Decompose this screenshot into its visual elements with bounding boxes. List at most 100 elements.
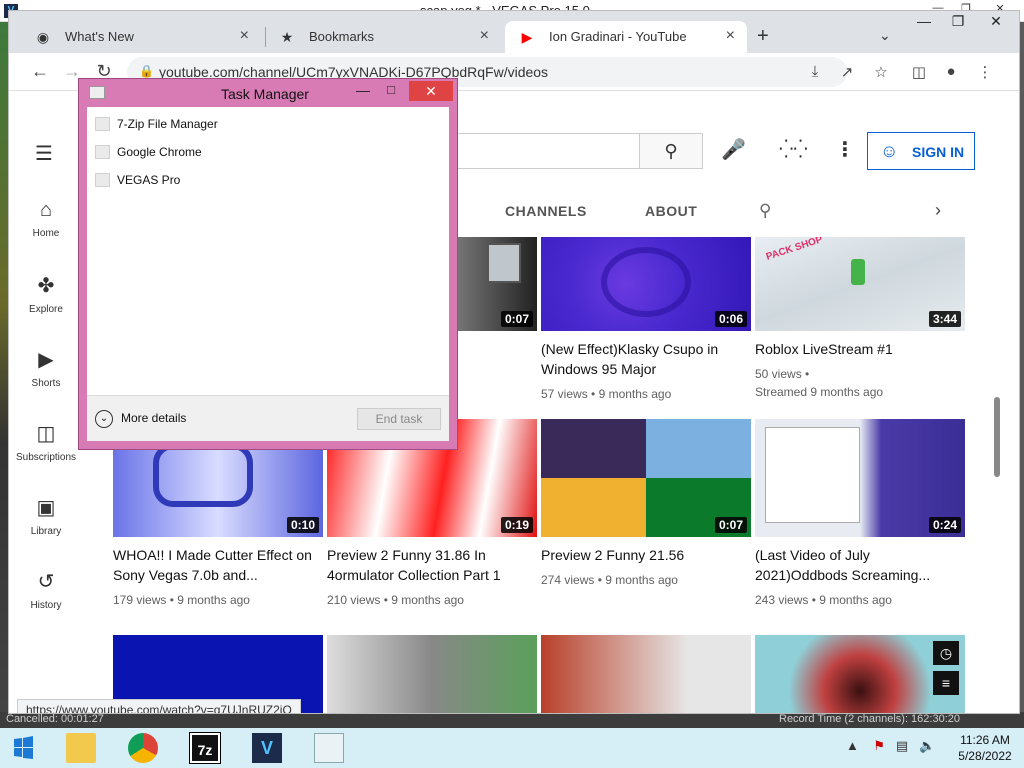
- sidebar-item-explore[interactable]: ✤ Explore: [9, 273, 83, 333]
- taskbar-file-explorer[interactable]: [58, 730, 104, 766]
- channel-search-icon[interactable]: ⚲: [759, 201, 771, 221]
- video-card[interactable]: [541, 635, 751, 713]
- flag-icon[interactable]: ⚑: [873, 738, 885, 753]
- system-tray: ▲ ⚑ ▤ 🔈: [846, 738, 935, 754]
- vegas-status-right: Record Time (2 channels): 162:30:20: [779, 713, 960, 725]
- video-thumbnail[interactable]: PACK SHOP 3:44: [755, 237, 965, 331]
- thumbnail-art: [541, 478, 646, 537]
- sidebar-item-history[interactable]: ↺ History: [9, 569, 83, 629]
- chrome-icon: [128, 733, 158, 763]
- video-title[interactable]: (New Effect)Klasky Csupo in Windows 95 M…: [541, 339, 751, 379]
- video-meta: 179 views • 9 months ago: [113, 593, 250, 607]
- chevron-right-icon[interactable]: ›: [935, 200, 941, 221]
- thumbnail-art: [851, 259, 865, 285]
- thumbnail-art: [541, 419, 646, 478]
- thumbnail-art: [601, 247, 691, 317]
- profile-icon[interactable]: ●: [941, 63, 961, 80]
- video-card[interactable]: 0:07 Preview 2 Funny 21.56 274 views • 9…: [541, 419, 751, 589]
- taskbar-clock[interactable]: 11:26 AM 5/28/2022: [950, 732, 1020, 764]
- tm-minimize-button[interactable]: —: [351, 82, 375, 98]
- app-icon: [95, 173, 110, 187]
- end-task-button[interactable]: End task: [357, 408, 441, 430]
- video-thumbnail[interactable]: [541, 635, 751, 713]
- video-card[interactable]: [327, 635, 537, 713]
- search-icon: ⚲: [664, 141, 678, 161]
- tab-search-icon[interactable]: ⌄: [879, 27, 891, 44]
- add-to-queue-icon[interactable]: ≡: [933, 671, 959, 695]
- video-title[interactable]: Roblox LiveStream #1: [755, 339, 965, 359]
- video-thumbnail[interactable]: 0:07: [541, 419, 751, 537]
- tab-strip: ◉ What's New × ★ Bookmarks × ▶ Ion Gradi…: [9, 11, 1019, 53]
- video-card[interactable]: ◷ ≡: [755, 635, 965, 713]
- sidebar-item-shorts[interactable]: ▶ Shorts: [9, 347, 83, 407]
- youtube-search-button[interactable]: ⚲: [639, 133, 703, 169]
- task-row-chrome[interactable]: Google Chrome: [87, 137, 449, 165]
- tab-youtube[interactable]: ▶ Ion Gradinari - YouTube ×: [505, 21, 747, 53]
- network-icon[interactable]: ▤: [896, 738, 908, 753]
- tab-label: What's New: [65, 29, 134, 44]
- sidebar-item-home[interactable]: ⌂ Home: [9, 199, 83, 259]
- new-tab-button[interactable]: +: [757, 25, 769, 48]
- video-card[interactable]: 0:06 (New Effect)Klasky Csupo in Windows…: [541, 237, 751, 403]
- chrome-maximize-button[interactable]: ❐: [943, 13, 973, 30]
- tab-channels[interactable]: CHANNELS: [505, 203, 587, 219]
- close-icon[interactable]: ×: [240, 27, 249, 45]
- video-thumbnail[interactable]: 0:24: [755, 419, 965, 537]
- video-thumbnail[interactable]: 0:06: [541, 237, 751, 331]
- bookmark-star-icon[interactable]: ☆: [871, 63, 891, 81]
- close-icon[interactable]: ×: [480, 27, 489, 45]
- vegas-icon: V: [252, 733, 282, 763]
- menu-icon[interactable]: ⋮: [975, 63, 995, 81]
- seven-zip-icon: 7z: [189, 732, 221, 764]
- volume-icon[interactable]: 🔈: [919, 738, 935, 753]
- video-title[interactable]: (Last Video of July 2021)Oddbods Screami…: [755, 545, 965, 585]
- task-row-7zip[interactable]: 7-Zip File Manager: [87, 109, 449, 137]
- microphone-icon[interactable]: 🎤: [721, 137, 746, 162]
- task-row-vegas[interactable]: VEGAS Pro: [87, 165, 449, 193]
- taskbar-task-manager[interactable]: [306, 730, 352, 766]
- close-icon[interactable]: ×: [726, 27, 735, 45]
- taskbar-7zip[interactable]: 7z: [182, 730, 228, 766]
- video-title[interactable]: Preview 2 Funny 31.86 In 4ormulator Coll…: [327, 545, 537, 585]
- tab-whats-new[interactable]: ◉ What's New ×: [21, 21, 261, 53]
- tab-bookmarks[interactable]: ★ Bookmarks ×: [265, 21, 501, 53]
- video-card[interactable]: PACK SHOP 3:44 Roblox LiveStream #1 50 v…: [755, 237, 965, 401]
- tab-about[interactable]: ABOUT: [645, 203, 697, 219]
- shorts-icon: ▶: [38, 349, 54, 371]
- sign-in-button[interactable]: ☺ SIGN IN: [867, 132, 975, 170]
- chrome-minimize-button[interactable]: —: [909, 13, 939, 29]
- taskbar-chrome[interactable]: [120, 730, 166, 766]
- video-duration: 0:19: [500, 517, 533, 533]
- apps-grid-icon[interactable]: ⁛⁛: [779, 139, 808, 160]
- install-app-icon[interactable]: ⤓: [805, 63, 825, 80]
- video-duration: 0:06: [714, 311, 747, 327]
- folder-icon: [66, 733, 96, 763]
- video-title[interactable]: Preview 2 Funny 21.56: [541, 545, 751, 565]
- task-manager-titlebar[interactable]: Task Manager — □ ✕: [79, 79, 457, 107]
- chrome-close-button[interactable]: ✕: [981, 13, 1011, 30]
- video-meta: 50 views • Streamed 9 months ago: [755, 367, 884, 399]
- app-icon: [95, 145, 110, 159]
- start-button[interactable]: [4, 734, 42, 762]
- hamburger-menu-icon[interactable]: ☰: [35, 141, 53, 166]
- sidebar-item-library[interactable]: ▣ Library: [9, 495, 83, 555]
- more-details-button[interactable]: ⌄ More details: [95, 410, 186, 428]
- thumbnail-art: [487, 243, 521, 283]
- video-duration: 0:10: [286, 517, 319, 533]
- side-panel-icon[interactable]: ◫: [909, 63, 929, 81]
- tm-maximize-button[interactable]: □: [379, 82, 403, 97]
- sidebar-item-subscriptions[interactable]: ◫ Subscriptions: [9, 421, 83, 481]
- video-card[interactable]: 0:24 (Last Video of July 2021)Oddbods Sc…: [755, 419, 965, 609]
- chevron-up-icon[interactable]: ▲: [846, 738, 859, 753]
- tm-close-button[interactable]: ✕: [409, 81, 453, 101]
- more-options-icon[interactable]: ⋮: [835, 137, 855, 162]
- page-scrollbar[interactable]: [994, 397, 1000, 477]
- taskbar-vegas[interactable]: V: [244, 730, 290, 766]
- watch-later-icon[interactable]: ◷: [933, 641, 959, 665]
- share-icon[interactable]: ↗: [837, 63, 857, 81]
- video-thumbnail[interactable]: ◷ ≡: [755, 635, 965, 713]
- video-title[interactable]: WHOA!! I Made Cutter Effect on Sony Vega…: [113, 545, 323, 585]
- video-meta: 274 views • 9 months ago: [541, 573, 678, 587]
- video-thumbnail[interactable]: [327, 635, 537, 713]
- back-button[interactable]: ←: [29, 61, 51, 82]
